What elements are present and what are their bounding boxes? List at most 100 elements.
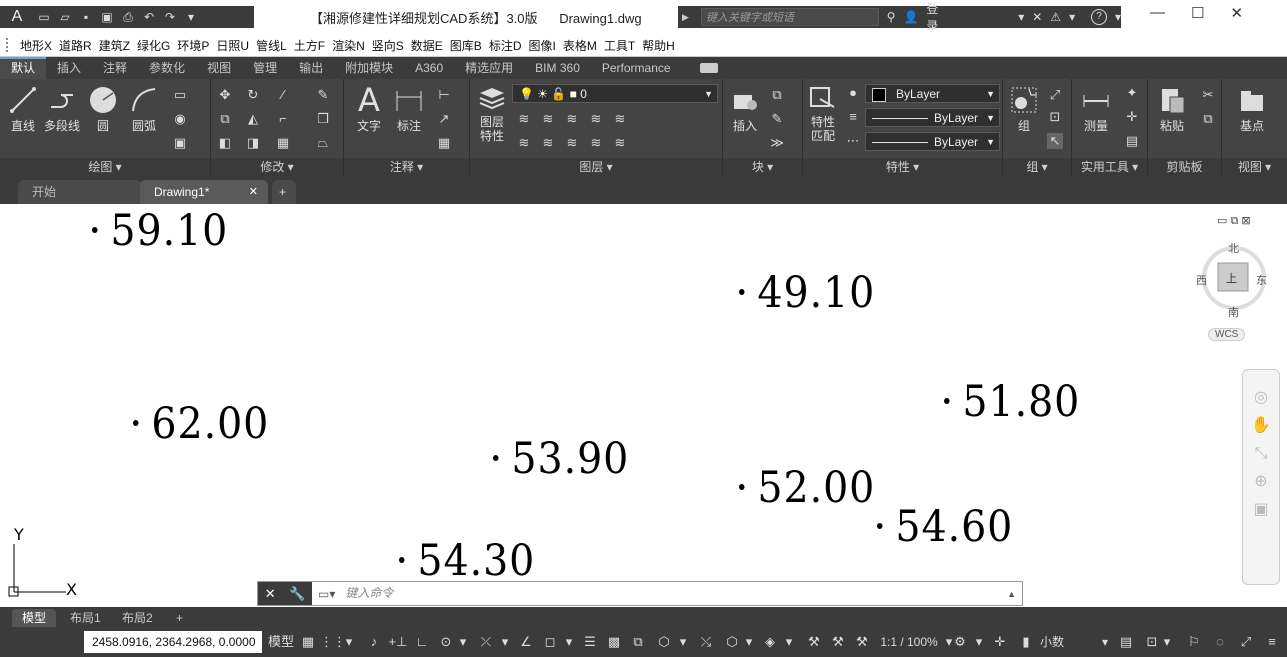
drawing-canvas[interactable]: 59.10 49.10 62.00 51.80 53.90 52.00 54.6… <box>0 204 1287 607</box>
tab-model[interactable]: 模型 <box>12 609 57 627</box>
elevation-point[interactable]: 54.30 <box>399 536 535 586</box>
annotation-monitor-icon[interactable]: ✛ <box>990 631 1010 653</box>
menu-item-green[interactable]: 绿化G <box>137 37 170 54</box>
gizmo-icon[interactable]: ◈ <box>760 631 780 653</box>
polyline-button[interactable]: 多段线 <box>42 85 82 133</box>
binoculars-icon[interactable]: ⚲ <box>887 10 896 24</box>
pan-icon[interactable]: ✋ <box>1243 412 1279 440</box>
app-menu-button[interactable]: A <box>4 9 30 25</box>
calculator-icon[interactable]: ▤ <box>1124 133 1140 149</box>
menu-item-pipeline[interactable]: 管线L <box>256 37 287 54</box>
elevation-point[interactable]: 53.90 <box>493 434 629 484</box>
steering-wheel-icon[interactable]: ◎ <box>1243 384 1279 412</box>
menu-item-help[interactable]: 帮助H <box>642 37 675 54</box>
linetype-dropdown[interactable]: ByLayer ▼ <box>865 132 1000 151</box>
lock-ui-dropdown-icon[interactable]: ▾ <box>1160 631 1174 653</box>
dropdown-icon[interactable]: ▾ <box>1018 10 1024 24</box>
viewcube[interactable]: 北 南 东 西 上 WCS <box>1196 236 1272 341</box>
object-snap-dropdown-icon[interactable]: ▾ <box>562 631 576 653</box>
dynamic-input-icon[interactable]: +⊥ <box>388 631 408 653</box>
color-dropdown[interactable]: ByLayer ▼ <box>865 84 1000 103</box>
menu-item-terrain[interactable]: 地形X <box>20 37 52 54</box>
auto-scale-icon[interactable]: ⚒ <box>828 631 848 653</box>
exchange-icon[interactable]: ✕ <box>1032 10 1042 24</box>
arc-button[interactable]: 圆弧 <box>126 85 162 133</box>
group-select-icon[interactable]: ↖ <box>1047 133 1063 149</box>
command-prompt-icon[interactable]: ▭▾ <box>318 587 335 601</box>
hardware-acceleration-icon[interactable]: ◌ <box>1210 631 1230 653</box>
osnap-dropdown-icon[interactable]: ▾ <box>498 631 512 653</box>
panel-layers-title[interactable]: 图层 ▾ <box>470 158 722 177</box>
search-input[interactable]: 键入关键字或短语 <box>700 8 879 26</box>
workspace-dropdown-icon[interactable]: ▾ <box>972 631 986 653</box>
elevation-point[interactable]: 59.10 <box>92 206 228 256</box>
menu-item-sunlight[interactable]: 日照U <box>216 37 249 54</box>
elevation-point[interactable]: 51.80 <box>944 377 1080 427</box>
lock-ui-icon[interactable]: ⊡ <box>1142 631 1162 653</box>
elevation-point[interactable]: 54.60 <box>877 502 1013 552</box>
viewcube-west[interactable]: 西 <box>1196 272 1207 288</box>
scale-dropdown[interactable]: 1:1 / 100% <box>876 631 942 653</box>
viewcube-top[interactable]: 上 <box>1226 270 1237 286</box>
expand-icon[interactable]: ▶ <box>682 12 689 23</box>
save-as-icon[interactable]: ▣ <box>100 10 114 24</box>
panel-modify-title[interactable]: 修改 ▾ <box>211 158 343 177</box>
cut-icon[interactable]: ✂ <box>1200 87 1216 103</box>
viewport-close-icon[interactable]: ⊠ <box>1241 215 1250 227</box>
orbit-icon[interactable]: ⊕ <box>1243 468 1279 496</box>
grid-icon[interactable]: ▦ <box>298 631 318 653</box>
layer-dropdown[interactable]: 💡 ☀ 🔓 ■ 0 ▼ <box>512 84 718 103</box>
viewcube-north[interactable]: 北 <box>1228 240 1239 256</box>
hatch-icon[interactable]: ◉ <box>172 111 188 127</box>
trim-icon[interactable]: ⁄ <box>275 87 291 103</box>
menu-item-vertical[interactable]: 竖向S <box>372 37 404 54</box>
panel-draw-title[interactable]: 绘图 ▾ <box>0 158 210 177</box>
viewcube-east[interactable]: 东 <box>1256 272 1267 288</box>
panel-utilities-title[interactable]: 实用工具 ▾ <box>1072 158 1147 177</box>
table-icon[interactable]: ▦ <box>436 135 452 151</box>
leader-icon[interactable]: ↗ <box>436 111 452 127</box>
close-tab-icon[interactable]: ✕ <box>249 180 258 204</box>
panel-annotation-title[interactable]: 注释 ▾ <box>344 158 469 177</box>
gizmo-dropdown-icon[interactable]: ▾ <box>782 631 796 653</box>
menu-item-environment[interactable]: 环境P <box>177 37 209 54</box>
annotation-visibility-icon[interactable]: ⚒ <box>804 631 824 653</box>
group-button[interactable]: 组 <box>1007 85 1041 133</box>
menu-item-tools[interactable]: 工具T <box>604 37 635 54</box>
new-layout-button[interactable]: + <box>166 609 193 627</box>
menu-item-building[interactable]: 建筑Z <box>99 37 130 54</box>
workspace-gear-icon[interactable]: ⚙ <box>950 631 970 653</box>
tab-bim360[interactable]: BIM 360 <box>524 57 591 79</box>
panel-groups-title[interactable]: 组 ▾ <box>1003 158 1071 177</box>
qat-more-icon[interactable]: ▾ <box>184 10 198 24</box>
coordinates-readout[interactable]: 2458.0916, 2364.2968, 0.0000 <box>84 631 262 653</box>
layer-thaw-icon[interactable]: ≋ <box>564 135 580 151</box>
ungroup-icon[interactable]: ⤢ <box>1047 87 1063 103</box>
selection-filter-icon[interactable]: ⬡ <box>722 631 742 653</box>
clean-screen-icon[interactable]: ⤢ <box>1236 631 1256 653</box>
array-icon[interactable]: ▦ <box>275 135 291 151</box>
point-id-icon[interactable]: ✛ <box>1124 109 1140 125</box>
panel-clipboard-title[interactable]: 剪贴板 <box>1148 158 1221 177</box>
rotate-icon[interactable]: ↻ <box>245 87 261 103</box>
close-command-icon[interactable]: ✕ <box>265 586 276 602</box>
ribbon-minimize-icon[interactable] <box>699 63 718 73</box>
a360-icon[interactable]: ⚠ <box>1050 10 1061 24</box>
viewport-restore-icon[interactable]: ⧉ <box>1230 215 1238 227</box>
panel-view-title[interactable]: 视图 ▾ <box>1222 158 1287 177</box>
dynamic-ucs-icon[interactable]: ⤯ <box>696 631 716 653</box>
layer-on-icon[interactable]: ≋ <box>516 135 532 151</box>
offset-icon[interactable]: ⏢ <box>315 135 331 151</box>
ortho-icon[interactable]: ∟ <box>412 631 432 653</box>
tab-parametric[interactable]: 参数化 <box>138 57 196 79</box>
maximize-button[interactable]: ☐ <box>1191 4 1204 22</box>
infer-icon[interactable]: ♪ <box>364 631 384 653</box>
tab-insert[interactable]: 插入 <box>46 57 92 79</box>
dimension-button[interactable]: 标注 <box>392 85 426 133</box>
menu-item-render[interactable]: 渲染N <box>332 37 365 54</box>
tab-drawing1[interactable]: Drawing1* ✕ <box>140 180 268 204</box>
menu-item-annotation[interactable]: 标注D <box>489 37 522 54</box>
3d-osnap-dropdown-icon[interactable]: ▾ <box>676 631 690 653</box>
linear-dim-icon[interactable]: ⊢ <box>436 87 452 103</box>
menu-item-road[interactable]: 道路R <box>59 37 92 54</box>
